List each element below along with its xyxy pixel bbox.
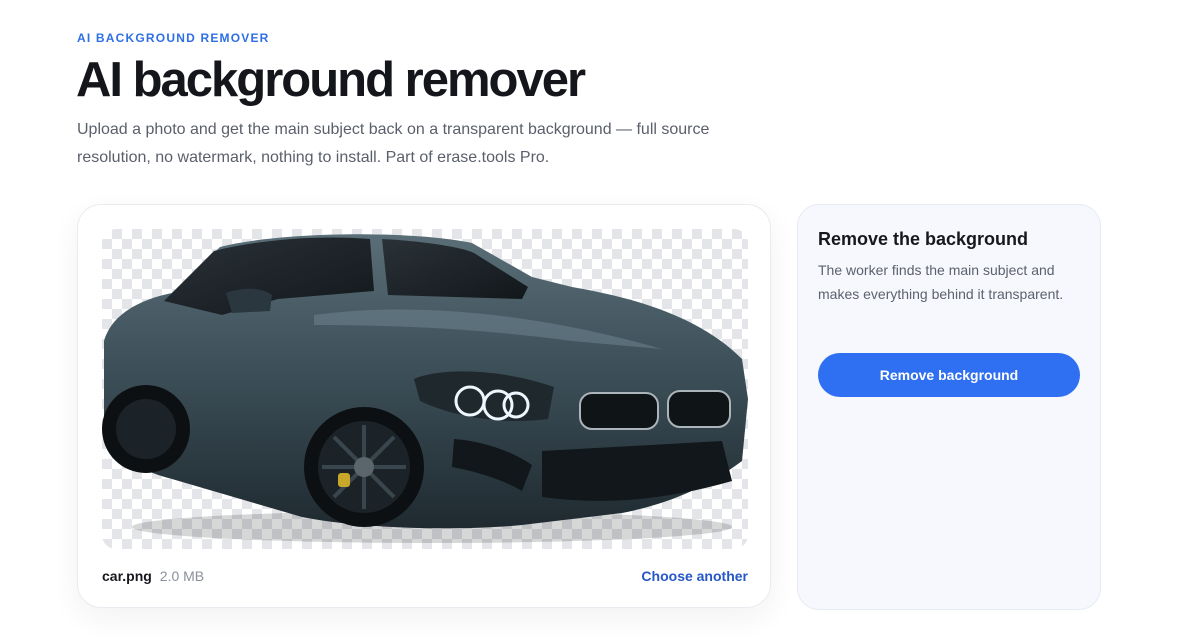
file-name: car.png (102, 568, 152, 584)
file-info-row: car.png 2.0 MB Choose another (102, 566, 748, 586)
car-cutout-image (102, 234, 748, 543)
action-panel: Remove the background The worker finds t… (797, 204, 1101, 610)
page-subtitle: Upload a photo and get the main subject … (77, 121, 710, 166)
panel-title: Remove the background (818, 229, 1029, 249)
upload-card: car.png 2.0 MB Choose another (77, 204, 771, 608)
file-size: 2.0 MB (159, 568, 205, 584)
image-preview (102, 229, 748, 549)
page: AI BACKGROUND REMOVER AI background remo… (0, 0, 1180, 640)
remove-background-button[interactable]: Remove background (818, 353, 1080, 397)
eyebrow-label: AI BACKGROUND REMOVER (77, 31, 270, 45)
panel-description: The worker finds the main subject and ma… (818, 262, 1064, 302)
page-title: AI background remover (76, 53, 586, 107)
choose-another-link[interactable]: Choose another (641, 568, 748, 584)
